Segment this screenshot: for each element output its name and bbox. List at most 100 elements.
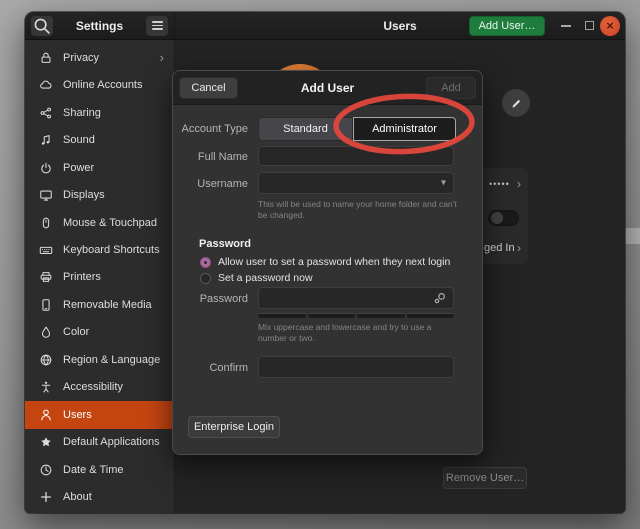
password-field-wrap bbox=[258, 287, 454, 309]
share-icon bbox=[38, 105, 54, 121]
enterprise-login-button[interactable]: Enterprise Login bbox=[188, 416, 280, 438]
sidebar-item-label: Sound bbox=[63, 134, 164, 146]
sidebar-item-label: Online Accounts bbox=[63, 79, 164, 91]
app-title: Settings bbox=[53, 19, 146, 33]
sidebar-item-removable-media[interactable]: Removable Media bbox=[25, 291, 174, 318]
sidebar-item-label: Displays bbox=[63, 189, 164, 201]
full-name-label: Full Name bbox=[173, 151, 248, 163]
username-hint: This will be used to name your home fold… bbox=[258, 199, 460, 221]
sidebar-item-label: Sharing bbox=[63, 107, 164, 119]
radio-unchecked-icon[interactable] bbox=[200, 273, 211, 284]
sidebar-item-keyboard-shortcuts[interactable]: Keyboard Shortcuts bbox=[25, 236, 174, 263]
display-icon bbox=[38, 187, 54, 203]
keyboard-icon bbox=[38, 242, 54, 258]
globe-icon bbox=[38, 352, 54, 368]
sidebar-item-privacy[interactable]: Privacy › bbox=[25, 44, 174, 71]
power-icon bbox=[38, 160, 54, 176]
account-settings-panel: ••••• › ged In › bbox=[482, 168, 528, 264]
pencil-icon bbox=[510, 97, 523, 110]
lock-icon bbox=[38, 50, 54, 66]
maximize-button[interactable] bbox=[585, 21, 594, 30]
sidebar-item-date-time[interactable]: Date & Time bbox=[25, 456, 174, 483]
add-button[interactable]: Add bbox=[426, 77, 476, 99]
headerbar-main: Users Add User… × bbox=[175, 12, 625, 39]
sidebar-item-sound[interactable]: Sound bbox=[25, 126, 174, 153]
sidebar-item-default-applications[interactable]: Default Applications bbox=[25, 429, 174, 456]
username-input[interactable] bbox=[258, 172, 454, 194]
cloud-icon bbox=[38, 77, 54, 93]
password-row[interactable]: ••••• › bbox=[482, 174, 528, 194]
sidebar-item-label: About bbox=[63, 491, 164, 503]
sidebar-item-label: Accessibility bbox=[63, 381, 164, 393]
account-type-segmented-control: Standard Administrator bbox=[258, 117, 456, 141]
sidebar-item-displays[interactable]: Displays bbox=[25, 181, 174, 208]
star-icon bbox=[38, 434, 54, 450]
headerbar-left: Settings bbox=[25, 12, 175, 39]
password-section-label: Password bbox=[199, 238, 251, 250]
close-button[interactable]: × bbox=[600, 16, 620, 36]
page-title: Users bbox=[175, 19, 625, 33]
administrator-button[interactable]: Administrator bbox=[353, 117, 456, 141]
sidebar-item-power[interactable]: Power bbox=[25, 154, 174, 181]
remove-user-button[interactable]: Remove User… bbox=[443, 467, 527, 489]
sidebar-item-label: Region & Language bbox=[63, 354, 164, 366]
add-user-dialog: Add User Cancel Add Account Type Standar… bbox=[172, 70, 483, 455]
logged-in-row[interactable]: ged In › bbox=[482, 238, 528, 258]
search-button[interactable] bbox=[31, 16, 53, 36]
chevron-right-icon: › bbox=[517, 177, 528, 191]
username-label: Username bbox=[173, 178, 248, 190]
standard-button[interactable]: Standard bbox=[258, 117, 353, 141]
color-droplet-icon bbox=[38, 324, 54, 340]
sidebar-item-sharing[interactable]: Sharing bbox=[25, 99, 174, 126]
sidebar-item-accessibility[interactable]: Accessibility bbox=[25, 374, 174, 401]
chevron-right-icon: › bbox=[517, 241, 528, 255]
sidebar-item-online-accounts[interactable]: Online Accounts bbox=[25, 71, 174, 98]
add-user-button[interactable]: Add User… bbox=[469, 16, 545, 36]
sidebar-item-region-language[interactable]: Region & Language bbox=[25, 346, 174, 373]
radio-set-now-label: Set a password now bbox=[218, 272, 313, 284]
dropdown-arrow-icon[interactable]: ▾ bbox=[441, 178, 446, 189]
generate-password-icon[interactable] bbox=[432, 290, 448, 306]
clock-icon bbox=[38, 462, 54, 478]
password-input[interactable] bbox=[258, 287, 454, 309]
password-dots: ••••• bbox=[482, 179, 517, 189]
sidebar-item-printers[interactable]: Printers bbox=[25, 264, 174, 291]
confirm-input[interactable] bbox=[258, 356, 454, 378]
radio-row-next-login[interactable]: Allow user to set a password when they n… bbox=[200, 256, 450, 268]
hamburger-icon bbox=[152, 21, 163, 30]
account-type-label: Account Type bbox=[173, 123, 248, 135]
sidebar-item-label: Color bbox=[63, 326, 164, 338]
confirm-field-wrap bbox=[258, 356, 454, 378]
sidebar-item-color[interactable]: Color bbox=[25, 319, 174, 346]
automatic-login-toggle[interactable] bbox=[488, 210, 519, 226]
cancel-button[interactable]: Cancel bbox=[179, 77, 238, 99]
radio-next-login-label: Allow user to set a password when they n… bbox=[218, 256, 450, 268]
sidebar-item-label: Users bbox=[63, 409, 164, 421]
sidebar-item-label: Date & Time bbox=[63, 464, 164, 476]
printer-icon bbox=[38, 269, 54, 285]
sidebar-item-label: Power bbox=[63, 162, 164, 174]
logged-in-label: ged In bbox=[482, 242, 517, 254]
accessibility-icon bbox=[38, 379, 54, 395]
full-name-input[interactable] bbox=[258, 146, 454, 166]
sidebar-item-users[interactable]: Users bbox=[25, 401, 174, 428]
music-note-icon bbox=[38, 132, 54, 148]
sidebar-item-about[interactable]: About bbox=[25, 484, 174, 511]
dialog-headerbar: Add User Cancel Add bbox=[173, 71, 482, 105]
sidebar-item-label: Printers bbox=[63, 271, 164, 283]
password-label: Password bbox=[173, 293, 248, 305]
sidebar-item-mouse-touchpad[interactable]: Mouse & Touchpad bbox=[25, 209, 174, 236]
radio-row-set-now[interactable]: Set a password now bbox=[200, 272, 313, 284]
sidebar: Privacy › Online Accounts Sharing Sound … bbox=[25, 40, 175, 513]
password-strength-meter bbox=[258, 313, 454, 318]
minimize-button[interactable] bbox=[561, 25, 571, 27]
chevron-right-icon: › bbox=[160, 50, 164, 65]
sidebar-item-label: Default Applications bbox=[63, 436, 164, 448]
desktop-backdrop: Settings Users Add User… × Privacy › bbox=[0, 0, 640, 529]
sidebar-item-label: Keyboard Shortcuts bbox=[63, 244, 164, 256]
edit-avatar-button[interactable] bbox=[502, 89, 530, 117]
full-name-field-wrap bbox=[258, 146, 454, 166]
menu-button[interactable] bbox=[146, 16, 168, 36]
radio-checked-icon[interactable] bbox=[200, 257, 211, 268]
mouse-icon bbox=[38, 215, 54, 231]
